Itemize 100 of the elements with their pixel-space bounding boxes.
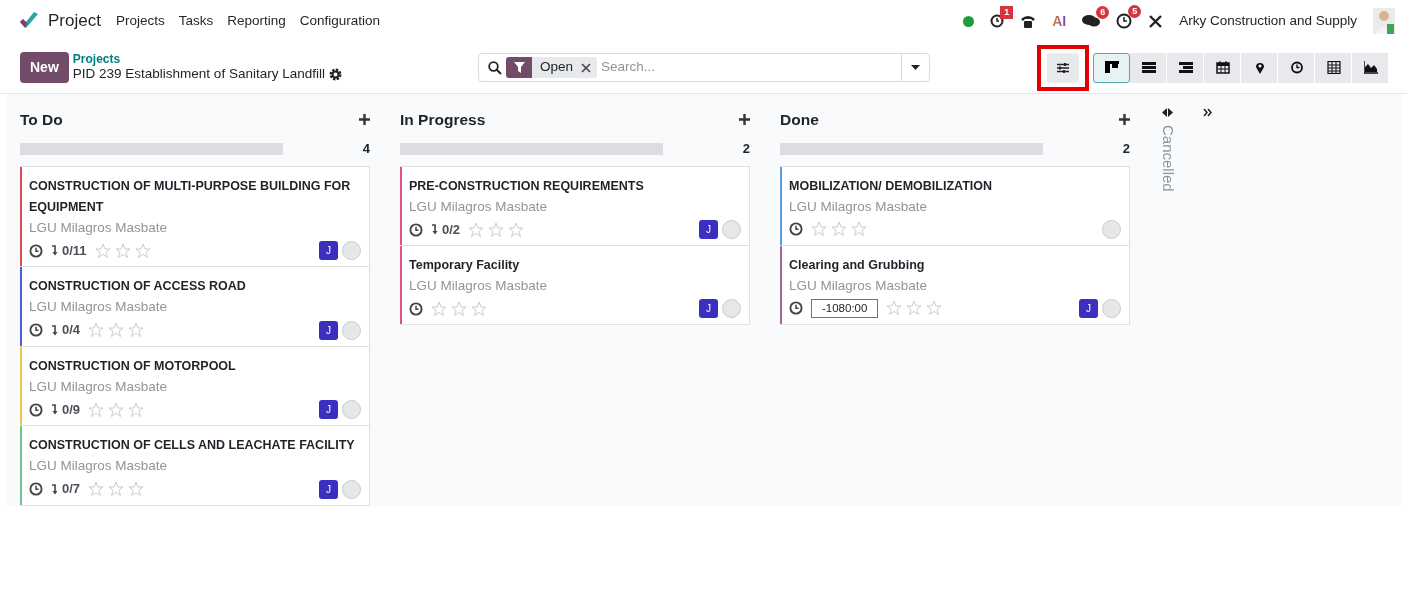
subtask-icon[interactable]: [51, 324, 58, 336]
avatar[interactable]: J: [319, 320, 338, 340]
avatar[interactable]: J: [699, 299, 718, 319]
star-icon[interactable]: [906, 300, 923, 317]
star-icon[interactable]: [88, 481, 105, 497]
app-name[interactable]: Project: [48, 8, 101, 34]
plus-icon[interactable]: [739, 114, 750, 126]
rating-stars[interactable]: [88, 401, 145, 418]
rating-stars[interactable]: [468, 221, 525, 238]
subtask-count[interactable]: 0/11: [62, 240, 87, 261]
subtask-icon[interactable]: [431, 224, 438, 235]
star-icon[interactable]: [128, 401, 145, 418]
rating-stars[interactable]: [88, 481, 145, 497]
search-icon[interactable]: [488, 60, 502, 75]
clock-icon[interactable]: [29, 402, 43, 417]
subtask-icon[interactable]: [51, 483, 58, 495]
menu-item[interactable]: Tasks: [171, 10, 221, 32]
avatar[interactable]: J: [699, 220, 718, 239]
clock-icon[interactable]: [29, 243, 43, 258]
clock-icon[interactable]: [29, 323, 43, 337]
status-circle[interactable]: [342, 241, 361, 260]
status-circle[interactable]: [722, 299, 741, 319]
plus-icon[interactable]: [359, 114, 370, 126]
company-name[interactable]: Arky Construction and Supply: [1179, 10, 1357, 32]
subtask-count[interactable]: 0/4: [62, 320, 81, 340]
menu-item[interactable]: Configuration: [292, 10, 388, 32]
avatar[interactable]: J: [1079, 298, 1098, 318]
rating-stars[interactable]: [431, 300, 487, 317]
clock-icon[interactable]: [29, 482, 43, 496]
task-card[interactable]: MOBILIZATION/ DEMOBILIZATION LGU Milagros Masbate: [780, 165, 1130, 246]
clock-icon[interactable]: [990, 14, 1005, 28]
caret-icon[interactable]: [911, 65, 920, 70]
subtask-icon[interactable]: [51, 404, 58, 415]
subtask-count[interactable]: 0/7: [62, 479, 81, 499]
star-icon[interactable]: [108, 481, 125, 497]
star-icon[interactable]: [508, 221, 525, 238]
star-icon[interactable]: [811, 221, 827, 238]
rating-stars[interactable]: [811, 221, 867, 238]
double-chevron-icon[interactable]: [1202, 108, 1212, 117]
star-icon[interactable]: [128, 481, 145, 497]
task-card[interactable]: CONSTRUCTION OF MULTI-PURPOSE BUILDING FOR EQUIPMENT LGU Milagros Masbate 0/11 J: [20, 165, 370, 268]
task-card[interactable]: CONSTRUCTION OF ACCESS ROAD LGU Milagros Masbate 0/4 J: [20, 266, 370, 347]
rating-stars[interactable]: [886, 300, 943, 317]
clock-icon[interactable]: [789, 222, 803, 237]
area-chart-icon: [1363, 61, 1378, 74]
task-card[interactable]: CONSTRUCTION OF MOTORPOOL LGU Milagros Masbate 0/9 J: [20, 345, 370, 427]
subtask-count[interactable]: 0/9: [62, 399, 81, 420]
star-icon[interactable]: [488, 221, 505, 238]
star-icon[interactable]: [134, 242, 151, 259]
star-icon[interactable]: [114, 242, 131, 259]
status-circle[interactable]: [1102, 219, 1121, 239]
clock-icon[interactable]: [409, 222, 423, 237]
gear-icon[interactable]: [328, 67, 342, 81]
clock-icon[interactable]: [409, 301, 423, 316]
close-icon[interactable]: [581, 62, 592, 73]
star-icon[interactable]: [88, 322, 105, 338]
search-bar[interactable]: Open Search...: [478, 53, 930, 82]
view-button[interactable]: [1093, 52, 1130, 83]
menu-item[interactable]: Reporting: [220, 10, 293, 32]
star-icon[interactable]: [451, 300, 467, 317]
expand-icon[interactable]: [1161, 108, 1173, 117]
breadcrumb-link[interactable]: Projects: [72, 53, 342, 66]
avatar[interactable]: J: [319, 479, 338, 499]
star-icon[interactable]: [831, 221, 847, 238]
notification-badge: 6: [1096, 6, 1110, 19]
task-card[interactable]: PRE-CONSTRUCTION REQUIREMENTS LGU Milagros Masbate 0/2 J: [400, 165, 750, 247]
status-circle[interactable]: [342, 400, 361, 419]
avatar[interactable]: J: [319, 241, 338, 260]
rating-stars[interactable]: [94, 242, 151, 259]
star-icon[interactable]: [94, 242, 111, 259]
plus-icon[interactable]: [1119, 114, 1130, 126]
status-circle[interactable]: [342, 320, 361, 340]
avatar[interactable]: J: [319, 400, 338, 419]
star-icon[interactable]: [886, 300, 903, 317]
subtask-icon[interactable]: [51, 245, 58, 256]
clock-icon[interactable]: [1116, 13, 1133, 29]
star-icon[interactable]: [851, 221, 867, 238]
subtask-count[interactable]: 0/2: [442, 219, 461, 240]
menu-item[interactable]: Projects: [108, 10, 172, 32]
new-button[interactable]: New: [20, 52, 69, 83]
chat-icon[interactable]: [1082, 14, 1101, 28]
task-title: Clearing and Grubbing: [789, 256, 926, 274]
star-icon[interactable]: [471, 300, 487, 317]
status-circle[interactable]: [722, 220, 741, 239]
status-circle[interactable]: [342, 479, 361, 499]
star-icon[interactable]: [431, 300, 447, 317]
phone-icon[interactable]: [1020, 13, 1037, 29]
rating-stars[interactable]: [88, 322, 145, 338]
star-icon[interactable]: [108, 401, 125, 418]
star-icon[interactable]: [468, 221, 485, 238]
star-icon[interactable]: [88, 401, 105, 418]
task-card[interactable]: Temporary Facility LGU Milagros Masbate J: [400, 245, 750, 326]
clock-icon[interactable]: [789, 301, 803, 316]
star-icon[interactable]: [128, 322, 145, 338]
status-circle[interactable]: [1102, 298, 1121, 318]
star-icon[interactable]: [108, 322, 125, 338]
task-card[interactable]: CONSTRUCTION OF CELLS AND LEACHATE FACILITY LGU Milagros Masbate 0/7 J: [20, 425, 370, 506]
star-icon[interactable]: [926, 300, 943, 317]
task-card[interactable]: Clearing and Grubbing LGU Milagros Masbate -1080:00 J: [780, 244, 1130, 325]
settings-button[interactable]: [1047, 52, 1079, 83]
